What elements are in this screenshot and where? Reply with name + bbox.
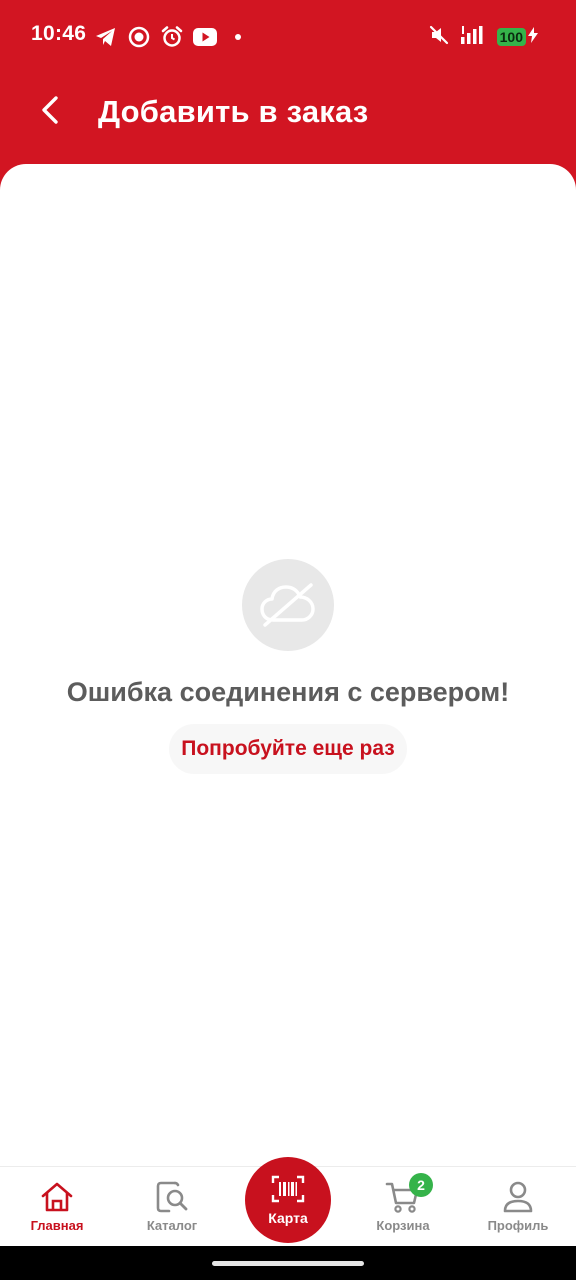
battery-icon: 100 — [496, 26, 538, 48]
nav-item-catalog[interactable]: Каталог — [117, 1167, 227, 1247]
gesture-bar — [0, 1246, 576, 1280]
nav-item-profile[interactable]: Профиль — [463, 1167, 573, 1247]
header: Добавить в заказ — [0, 72, 576, 164]
mute-icon — [429, 25, 449, 50]
nav-label-catalog: Каталог — [146, 1218, 198, 1233]
dot-icon — [226, 25, 250, 49]
profile-icon — [500, 1179, 536, 1215]
nav-label-cart: Корзина — [376, 1218, 430, 1233]
retry-button[interactable]: Попробуйте еще раз — [169, 724, 407, 774]
nav-label-card: Карта — [268, 1209, 308, 1226]
nav-label-home: Главная — [30, 1218, 84, 1233]
nav-item-cart[interactable]: 2 Корзина — [348, 1167, 458, 1247]
back-button[interactable] — [32, 94, 68, 130]
home-indicator[interactable] — [212, 1261, 364, 1266]
record-icon — [127, 25, 151, 49]
cart-badge: 2 — [409, 1173, 433, 1197]
nav-item-card[interactable]: Карта — [245, 1157, 331, 1243]
catalog-search-icon — [154, 1179, 190, 1215]
signal-icon — [460, 25, 485, 49]
error-message: Ошибка соединения с сервером! — [66, 677, 510, 707]
main-content: Ошибка соединения с сервером! Попробуйте… — [0, 164, 576, 1166]
alarm-icon — [160, 25, 184, 49]
bottom-nav: Главная Каталог Карта 2 Корзина Профиль — [0, 1157, 576, 1247]
youtube-icon — [193, 25, 217, 49]
charging-icon — [528, 26, 538, 48]
cart-icon: 2 — [385, 1173, 433, 1215]
battery-level: 100 — [496, 28, 526, 46]
chevron-left-icon — [39, 95, 61, 130]
status-bar: 10:46 100 — [0, 0, 576, 72]
status-time: 10:46 — [31, 22, 87, 45]
status-right-icons: 100 — [429, 25, 538, 49]
nav-item-home[interactable]: Главная — [2, 1167, 112, 1247]
home-icon — [39, 1179, 75, 1215]
cloud-off-icon — [242, 559, 334, 651]
telegram-icon — [94, 25, 118, 49]
status-left-icons — [94, 25, 250, 49]
page-title: Добавить в заказ — [98, 94, 369, 129]
barcode-icon — [271, 1175, 305, 1208]
nav-label-profile: Профиль — [487, 1218, 549, 1233]
